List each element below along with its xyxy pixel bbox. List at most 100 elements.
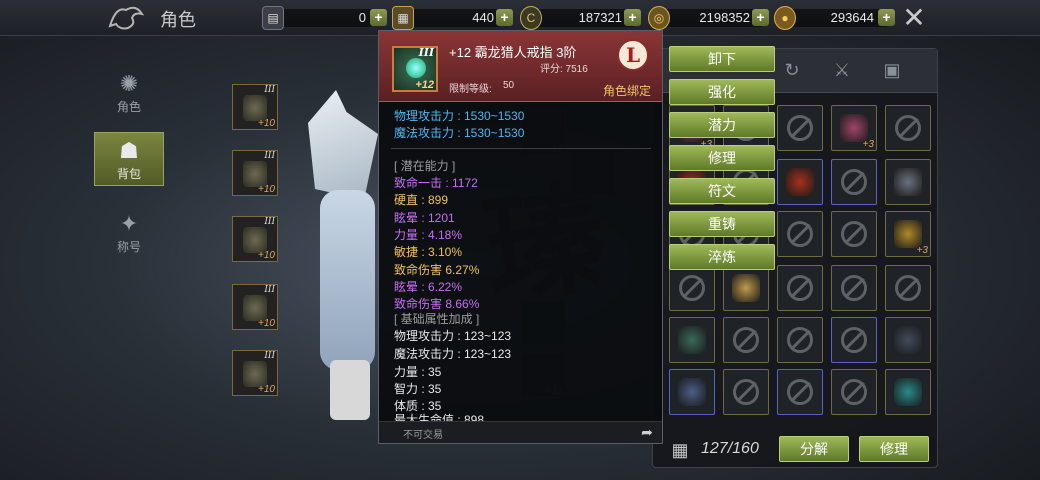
level-limit-value: 50 <box>503 80 515 91</box>
currency-coin-stack: ◎ 2198352 + <box>648 6 770 30</box>
sword-icon[interactable]: ⚔ <box>829 57 855 83</box>
inventory-slot[interactable] <box>777 159 823 205</box>
equipment-slot[interactable]: III +10 <box>232 150 278 196</box>
potential-button[interactable]: 潜力 <box>669 112 775 138</box>
add-coin-stack-button[interactable]: + <box>752 9 769 26</box>
repair-button[interactable]: 修理 <box>669 145 775 171</box>
potential-stat: 致命伤害 6.27% <box>394 262 480 277</box>
potential-stat: 眩晕 : 6.22% <box>394 279 463 294</box>
blocked-icon <box>841 275 867 301</box>
ticket-icon: ▤ <box>262 6 284 30</box>
potential-stat: 硬直 : 899 <box>394 193 449 208</box>
add-gold-c-button[interactable]: + <box>624 9 641 26</box>
add-card-button[interactable]: + <box>496 9 513 26</box>
inventory-slot-locked[interactable] <box>777 369 823 415</box>
coin-icon: ● <box>774 6 796 30</box>
inventory-slot[interactable]: +3 <box>885 211 931 257</box>
share-icon[interactable]: ➦ <box>638 423 656 441</box>
item-score: 评分: 7516 <box>540 64 588 75</box>
divider <box>391 148 651 149</box>
potential-stat: 敏捷 : 3.10% <box>394 245 463 260</box>
repair-all-button[interactable]: 修理 <box>859 436 929 462</box>
inventory-slot[interactable]: +3 <box>831 105 877 151</box>
equipment-slot[interactable]: III +10 <box>232 350 278 396</box>
item-art <box>732 274 760 302</box>
coin-stack-icon: ◎ <box>648 6 670 30</box>
inventory-slot[interactable] <box>723 265 769 311</box>
rune-button[interactable]: 符文 <box>669 178 775 204</box>
inventory-slot-locked[interactable] <box>777 317 823 363</box>
inventory-slot-locked[interactable] <box>885 105 931 151</box>
card-icon: ▦ <box>392 6 414 30</box>
title-icon: ✦ <box>119 211 139 236</box>
nav-bag[interactable]: ☗ 背包 <box>94 132 164 186</box>
equipment-slot[interactable]: III +10 <box>232 216 278 262</box>
blocked-icon <box>895 275 921 301</box>
basic-stat: 物理攻击力 : 123~123 <box>394 329 512 343</box>
blocked-icon <box>841 221 867 247</box>
item-plus: +3 <box>916 245 928 256</box>
inventory-slot-locked[interactable] <box>777 211 823 257</box>
untradable-label: 不可交易 <box>403 430 443 441</box>
basic-stat: 智力 : 35 <box>394 382 442 396</box>
item-plus: +3 <box>862 139 874 150</box>
inventory-slot[interactable] <box>669 369 715 415</box>
decompose-button[interactable]: 分解 <box>779 436 849 462</box>
grid-view-icon[interactable]: ▦ <box>669 439 691 461</box>
currency-coin: ● 293644 + <box>774 6 895 30</box>
refresh-icon[interactable]: ↻ <box>779 57 805 83</box>
equipment-slot[interactable]: III +10 <box>232 284 278 330</box>
potential-stat: 致命一击 : 1172 <box>394 176 478 190</box>
chest-icon[interactable]: ▣ <box>879 57 905 83</box>
inventory-slot-locked[interactable] <box>831 317 877 363</box>
inventory-slot[interactable] <box>885 159 931 205</box>
nav-character[interactable]: ✺ 角色 <box>94 66 164 122</box>
item-name: +12 霸龙猎人戒指 3阶 <box>449 45 577 60</box>
currency-value: 2198352 <box>699 10 750 25</box>
basic-header: [ 基础属性加成 ] <box>394 312 480 326</box>
inventory-slot-locked[interactable] <box>723 317 769 363</box>
character-icon: ✺ <box>119 71 139 96</box>
equipment-slot[interactable]: III +10 <box>232 84 278 130</box>
basic-stat: 力量 : 35 <box>394 365 442 379</box>
inventory-slot-locked[interactable] <box>831 211 877 257</box>
reforge-button[interactable]: 重铸 <box>669 211 775 237</box>
inventory-slot[interactable] <box>669 317 715 363</box>
currency-gold-c: C 187321 + <box>520 6 642 30</box>
blocked-icon <box>841 379 867 405</box>
inventory-slot-locked[interactable] <box>777 265 823 311</box>
close-icon[interactable]: ✕ <box>898 2 930 34</box>
potential-stat: 力量 : 4.18% <box>394 227 463 242</box>
inventory-slot[interactable] <box>885 317 931 363</box>
inventory-slot-locked[interactable] <box>777 105 823 151</box>
tooltip-header: III +12 +12 霸龙猎人戒指 3阶 评分: 7516 限制等级: 50 … <box>379 31 662 102</box>
blocked-icon <box>679 275 705 301</box>
level-limit-label: 限制等级: <box>449 84 492 95</box>
dragon-emblem-icon <box>104 2 148 34</box>
nav-title[interactable]: ✦ 称号 <box>94 206 164 262</box>
page-title: 角色 <box>160 10 196 30</box>
inventory-slot-locked[interactable] <box>723 369 769 415</box>
currency-value: 187321 <box>578 10 622 25</box>
inventory-slot-locked[interactable] <box>831 265 877 311</box>
inventory-slot-locked[interactable] <box>831 369 877 415</box>
blocked-icon <box>841 327 867 353</box>
enhance-button[interactable]: 强化 <box>669 79 775 105</box>
temper-button[interactable]: 淬炼 <box>669 244 775 270</box>
add-coin-button[interactable]: + <box>878 9 895 26</box>
basic-stat: 魔法攻击力 : 123~123 <box>394 347 512 361</box>
inventory-slot[interactable] <box>885 369 931 415</box>
blocked-icon <box>787 115 813 141</box>
bind-status: 角色绑定 <box>603 84 652 98</box>
add-ticket-button[interactable]: + <box>370 9 387 26</box>
blocked-icon <box>787 275 813 301</box>
unequip-button[interactable]: 卸下 <box>669 46 775 72</box>
inventory-slot-locked[interactable] <box>669 265 715 311</box>
base-stat: 物理攻击力 : 1530~1530 <box>394 109 525 123</box>
currency-ticket: ▤ 0 + <box>262 6 390 30</box>
item-art <box>840 114 868 142</box>
inventory-slot-locked[interactable] <box>885 265 931 311</box>
item-art <box>678 378 706 406</box>
currency-value: 440 <box>472 10 494 25</box>
inventory-slot-locked[interactable] <box>831 159 877 205</box>
